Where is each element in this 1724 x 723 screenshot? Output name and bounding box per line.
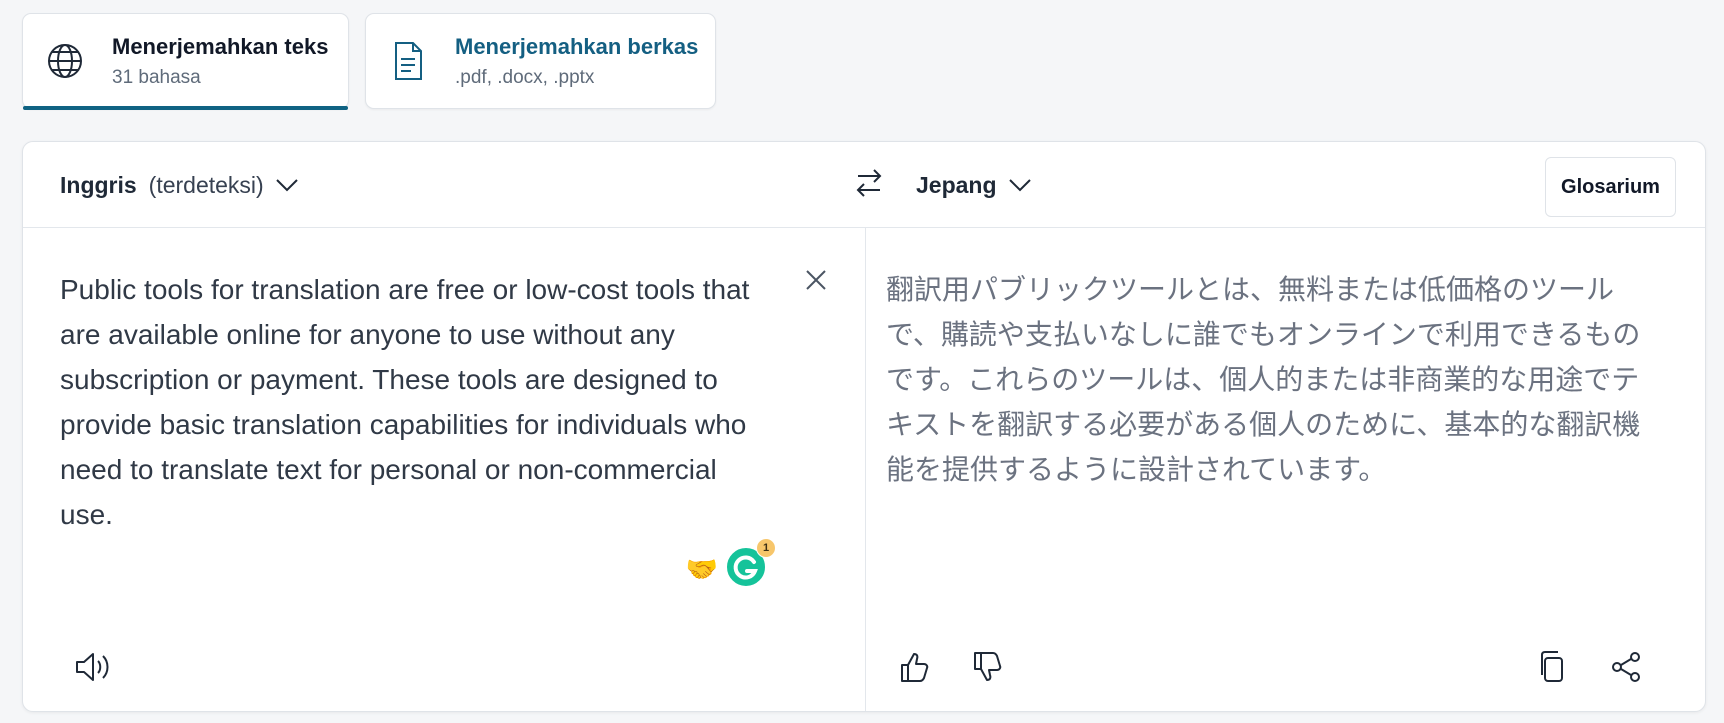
- share-icon: [1609, 650, 1643, 689]
- chevron-down-icon: [1007, 172, 1033, 199]
- grammarly-count-badge: 1: [756, 538, 776, 558]
- source-text-input[interactable]: Public tools for translation are free or…: [60, 267, 770, 537]
- thumbs-up-button[interactable]: [891, 645, 939, 693]
- tab-translate-file-subtitle: .pdf, .docx, .pptx: [455, 66, 595, 88]
- swap-languages-button[interactable]: [848, 164, 890, 206]
- grammarly-button[interactable]: 1: [724, 538, 776, 589]
- document-icon: [386, 39, 430, 83]
- thumbs-up-icon: [897, 649, 933, 690]
- tab-translate-text-subtitle: 31 bahasa: [112, 66, 201, 88]
- target-language-label: Jepang: [916, 172, 997, 198]
- close-icon: [802, 266, 830, 299]
- globe-icon: [43, 39, 87, 83]
- copy-icon: [1535, 649, 1569, 690]
- glossary-button[interactable]: Glosarium: [1545, 157, 1676, 217]
- tab-translate-file[interactable]: Menerjemahkan berkas .pdf, .docx, .pptx: [365, 13, 716, 109]
- handshake-icon: 🤝: [685, 553, 719, 584]
- tab-translate-text[interactable]: Menerjemahkan teks 31 bahasa: [22, 13, 349, 110]
- share-button[interactable]: [1602, 645, 1650, 693]
- clear-source-button[interactable]: [798, 264, 834, 300]
- copy-button[interactable]: [1528, 645, 1576, 693]
- language-bar: Inggris (terdeteksi) Jepang Glosarium: [23, 142, 1705, 228]
- speaker-icon: [73, 649, 113, 690]
- detected-language-label: (terdeteksi): [148, 172, 264, 198]
- target-language-selector[interactable]: Jepang: [916, 172, 1033, 199]
- translated-text-output: 翻訳用パブリックツールとは、無料または低価格のツールで、購読や支払いなしに誰でも…: [886, 273, 1641, 486]
- tab-translate-text-label: Menerjemahkan teks: [112, 33, 329, 59]
- translation-mode-tabs: Menerjemahkan teks 31 bahasa Menerjemahk…: [22, 13, 716, 110]
- thumbs-down-icon: [970, 649, 1006, 690]
- source-pane: Public tools for translation are free or…: [23, 227, 865, 711]
- chevron-down-icon: [274, 172, 300, 199]
- tab-translate-file-label: Menerjemahkan berkas: [455, 33, 699, 59]
- target-pane: 翻訳用パブリックツールとは、無料または低価格のツールで、購読や支払いなしに誰でも…: [866, 227, 1705, 711]
- listen-button[interactable]: [69, 645, 117, 693]
- grammarly-icon: [724, 546, 768, 593]
- source-language-selector[interactable]: Inggris (terdeteksi): [60, 172, 300, 199]
- translator-panel: Inggris (terdeteksi) Jepang Glosarium Pu…: [22, 141, 1706, 712]
- swap-icon: [852, 166, 886, 205]
- source-language-label: Inggris: [60, 172, 137, 198]
- thumbs-down-button[interactable]: [964, 645, 1012, 693]
